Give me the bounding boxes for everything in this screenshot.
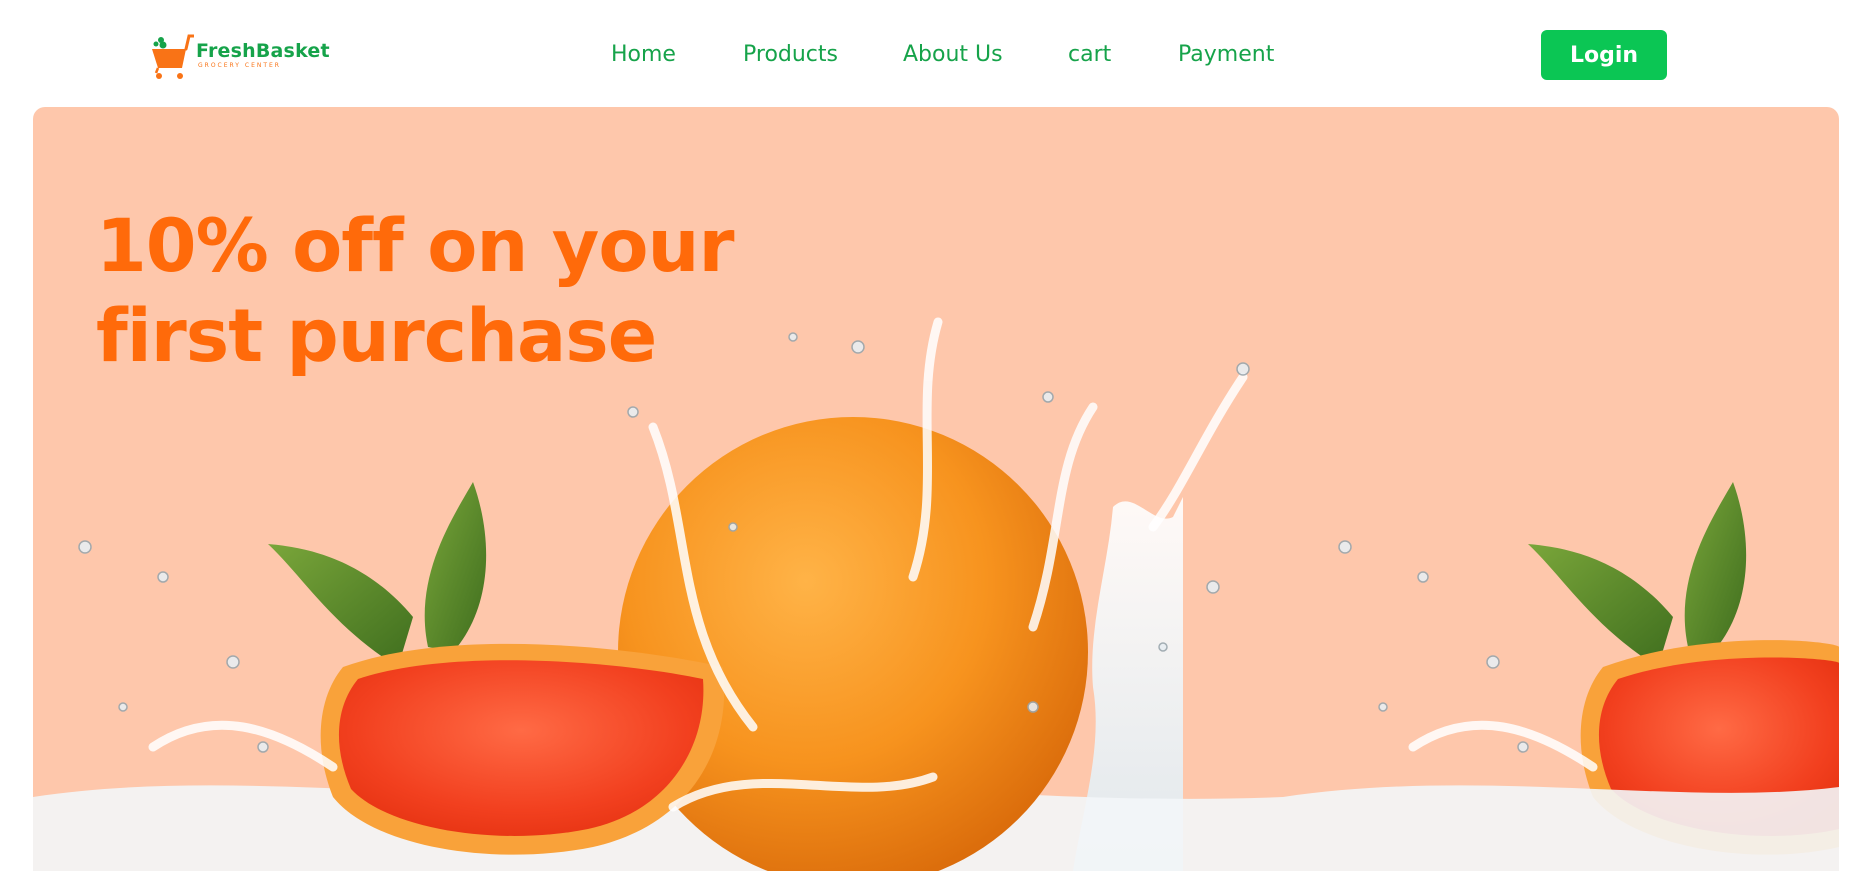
hero-banner: 10% off on your first purchase bbox=[33, 107, 1839, 871]
login-button[interactable]: Login bbox=[1541, 30, 1667, 80]
hero-heading-line1: 10% off on your bbox=[96, 204, 734, 289]
site-header: FreshBasket GROCERY CENTER Home Products… bbox=[0, 0, 1868, 107]
nav-home[interactable]: Home bbox=[611, 38, 676, 72]
nav-about-us[interactable]: About Us bbox=[903, 38, 1003, 72]
nav-payment[interactable]: Payment bbox=[1178, 38, 1274, 72]
hero-heading: 10% off on your first purchase bbox=[96, 202, 776, 382]
hero-heading-line2: first purchase bbox=[96, 294, 657, 379]
nav-cart[interactable]: cart bbox=[1068, 38, 1111, 72]
nav-products[interactable]: Products bbox=[743, 38, 838, 72]
